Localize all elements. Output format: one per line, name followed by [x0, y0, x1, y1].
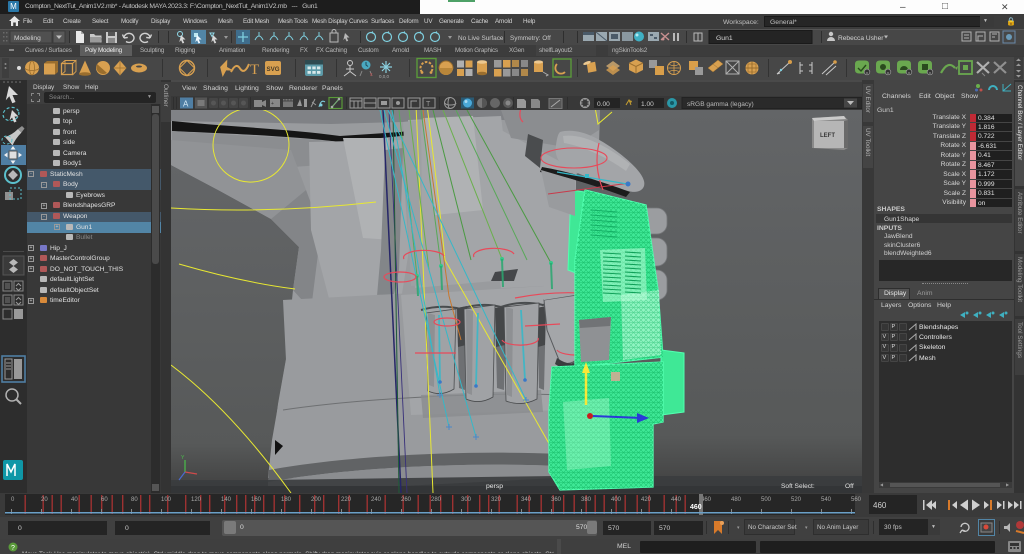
svg-text:+: + — [271, 101, 274, 107]
svg-text:60: 60 — [101, 497, 108, 503]
svg-text:Rebecca Usher: Rebecca Usher — [838, 35, 884, 42]
svg-text:LEFT: LEFT — [820, 133, 835, 139]
svg-text:440: 440 — [671, 497, 682, 503]
svg-text:240: 240 — [371, 497, 382, 503]
svg-text:460: 460 — [873, 501, 887, 510]
svg-text:500: 500 — [761, 497, 772, 503]
svg-text:0.00: 0.00 — [597, 101, 610, 108]
svg-text:320: 320 — [491, 497, 502, 503]
svg-text:80: 80 — [131, 497, 138, 503]
svg-text:x: x — [908, 70, 910, 75]
svg-text:480: 480 — [731, 497, 742, 503]
svg-text:20: 20 — [41, 497, 48, 503]
svg-text:T: T — [250, 62, 259, 78]
svg-text:No Live Surface: No Live Surface — [458, 35, 504, 42]
svg-text:220: 220 — [341, 497, 352, 503]
svg-text:560: 560 — [851, 497, 862, 503]
svg-text:0,0,0: 0,0,0 — [379, 74, 390, 79]
svg-text:540: 540 — [821, 497, 832, 503]
svg-text:140: 140 — [221, 497, 232, 503]
svg-text:A: A — [183, 100, 189, 109]
svg-text:360: 360 — [551, 497, 562, 503]
svg-text:300: 300 — [461, 497, 472, 503]
svg-text:400: 400 — [611, 497, 622, 503]
svg-text:460: 460 — [690, 504, 702, 511]
svg-text:Gun1: Gun1 — [716, 35, 733, 42]
svg-text:40: 40 — [71, 497, 78, 503]
svg-text:Symmetry: Off: Symmetry: Off — [510, 35, 551, 42]
svg-text:1.00: 1.00 — [641, 101, 654, 108]
svg-text:420: 420 — [641, 497, 652, 503]
svg-text:x: x — [929, 70, 931, 75]
svg-text:180: 180 — [281, 497, 292, 503]
svg-text:120: 120 — [191, 497, 202, 503]
svg-text:sRGB gamma (legacy): sRGB gamma (legacy) — [687, 101, 754, 108]
svg-text:200: 200 — [311, 497, 322, 503]
svg-text:520: 520 — [791, 497, 802, 503]
svg-text:340: 340 — [521, 497, 532, 503]
svg-text:x: x — [370, 72, 373, 78]
svg-text:Modeling: Modeling — [14, 35, 41, 42]
svg-text:T: T — [426, 101, 431, 108]
svg-text:x: x — [866, 70, 868, 75]
svg-text:SVG: SVG — [267, 66, 280, 73]
svg-text:100: 100 — [161, 497, 172, 503]
svg-text:?: ? — [11, 545, 15, 552]
svg-text:380: 380 — [581, 497, 592, 503]
svg-text:x: x — [887, 70, 889, 75]
svg-text:280: 280 — [431, 497, 442, 503]
svg-text:160: 160 — [251, 497, 262, 503]
svg-text:260: 260 — [401, 497, 412, 503]
